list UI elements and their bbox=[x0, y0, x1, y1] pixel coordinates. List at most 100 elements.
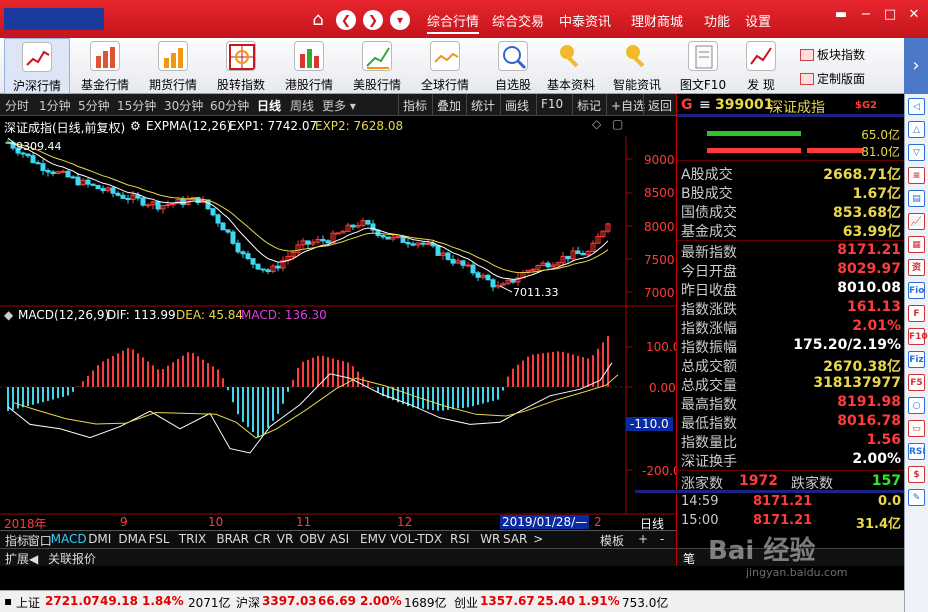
quote-row-value: 8191.98 bbox=[837, 394, 901, 410]
side-tool-icon[interactable]: ✎ bbox=[908, 489, 925, 506]
indicator-tab[interactable]: BRAR bbox=[214, 532, 251, 546]
template-control[interactable]: 模板 bbox=[598, 532, 626, 549]
menu-news[interactable]: 中泰资讯 bbox=[559, 11, 611, 30]
tool-neeq-index[interactable]: 股转指数 bbox=[208, 38, 274, 94]
side-tool-icon[interactable]: F10 bbox=[908, 328, 928, 345]
back-button[interactable]: ❮ bbox=[336, 10, 356, 30]
indicator-tab[interactable]: FSL bbox=[147, 532, 172, 546]
tab-f10[interactable]: F10 bbox=[536, 94, 567, 115]
tab-daily[interactable]: 日线 bbox=[257, 97, 281, 114]
side-tool-icon[interactable]: ○ bbox=[908, 397, 925, 414]
indicator-tab[interactable]: MACD bbox=[49, 532, 89, 546]
tab-more[interactable]: 更多 ▾ bbox=[322, 97, 356, 114]
tab-60min[interactable]: 60分钟 bbox=[210, 97, 249, 114]
candle-body bbox=[40, 163, 46, 171]
toolbar-scroll-right-icon[interactable]: › bbox=[904, 38, 928, 94]
macd-cursor-value: -110.0 bbox=[626, 417, 673, 431]
tool-us-market[interactable]: 美股行情 bbox=[344, 38, 410, 94]
side-tool-icon[interactable]: RSI bbox=[908, 443, 926, 460]
indicator-tab[interactable]: > bbox=[531, 532, 545, 546]
side-tool-icon[interactable]: Fio bbox=[908, 282, 925, 299]
tab-ticks[interactable]: 笔 bbox=[683, 550, 695, 567]
side-tool-icon[interactable]: ▽ bbox=[908, 144, 925, 161]
tool-shsz-market[interactable]: 沪深行情 bbox=[4, 38, 70, 94]
side-tool-icon[interactable]: 📈 bbox=[908, 213, 925, 230]
tool-watchlist[interactable]: 自选股 bbox=[480, 38, 546, 94]
tool-futures-market[interactable]: 期货行情 bbox=[140, 38, 206, 94]
menu-finance-mall[interactable]: 理财商城 bbox=[631, 11, 683, 30]
indicator-tab[interactable]: VOL-TDX bbox=[388, 532, 444, 546]
menu-trade[interactable]: 综合交易 bbox=[492, 11, 544, 30]
side-tool-icon[interactable]: △ bbox=[908, 121, 925, 138]
tool-global-market[interactable]: 全球行情 bbox=[412, 38, 478, 94]
tab-mark[interactable]: 标记 bbox=[572, 94, 605, 115]
indicator-tab[interactable]: TRIX bbox=[177, 532, 208, 546]
side-tool-icon[interactable]: ▦ bbox=[908, 236, 925, 253]
dropdown-button[interactable]: ▾ bbox=[390, 10, 410, 30]
quote-row-label: 指数量比 bbox=[681, 435, 737, 451]
home-icon[interactable]: ⌂ bbox=[307, 9, 329, 31]
tab-5min[interactable]: 5分钟 bbox=[78, 97, 110, 114]
quote-group-tag[interactable]: G bbox=[681, 97, 693, 113]
sub-tab-bar: 扩展◀ 关联报价 bbox=[0, 548, 676, 566]
tab-indicator[interactable]: 指标 bbox=[398, 94, 431, 115]
tool-fund-market[interactable]: 基金行情 bbox=[72, 38, 138, 94]
tab-drawline[interactable]: 画线 bbox=[500, 94, 533, 115]
indicator-tab[interactable]: RSI bbox=[448, 532, 472, 546]
indicator-tab[interactable]: DMI bbox=[86, 532, 113, 546]
tab-related-quote[interactable]: 关联报价 bbox=[46, 550, 98, 567]
indicator-tab[interactable]: WR bbox=[478, 532, 502, 546]
candle-body bbox=[475, 272, 481, 278]
tool-discover[interactable]: 发 现 bbox=[728, 38, 794, 94]
side-tool-icon[interactable]: ▤ bbox=[908, 190, 925, 207]
side-tool-icon[interactable]: $ bbox=[908, 466, 925, 483]
side-tool-icon[interactable]: F bbox=[908, 305, 925, 322]
tab-statistics[interactable]: 统计 bbox=[466, 94, 499, 115]
tool-basic-info[interactable]: 基本资料 bbox=[538, 38, 604, 94]
tab-overlay[interactable]: 叠加 bbox=[432, 94, 465, 115]
side-tool-icon[interactable]: ≡ bbox=[908, 167, 925, 184]
menu-icon[interactable]: ≡ bbox=[699, 97, 711, 113]
template-control[interactable]: - bbox=[658, 532, 666, 546]
indicator-tab[interactable]: OBV bbox=[298, 532, 328, 546]
menu-settings[interactable]: 设置 bbox=[745, 11, 771, 30]
close-icon[interactable]: ✕ bbox=[903, 6, 925, 24]
tab-expand[interactable]: 扩展◀ bbox=[3, 550, 40, 567]
maximize-icon[interactable]: □ bbox=[879, 6, 901, 24]
tool-smart-news[interactable]: 智能资讯 bbox=[604, 38, 670, 94]
candle-body bbox=[460, 260, 466, 266]
forward-button[interactable]: ❯ bbox=[363, 10, 383, 30]
side-tool-icon[interactable]: ◁ bbox=[908, 98, 925, 115]
indicator-tab[interactable]: SAR bbox=[501, 532, 529, 546]
kline-chart[interactable]: 深证成指(日线,前复权) ⚙ EXPMA(12,26) EXP1: 7742.0… bbox=[0, 116, 681, 532]
tab-15min[interactable]: 15分钟 bbox=[117, 97, 156, 114]
tool-hk-market[interactable]: 港股行情 bbox=[276, 38, 342, 94]
indicator-tab[interactable]: ASI bbox=[328, 532, 351, 546]
indicator-tab[interactable]: VR bbox=[275, 532, 296, 546]
tab-timeshare[interactable]: 分时 bbox=[5, 97, 29, 114]
tab-1min[interactable]: 1分钟 bbox=[39, 97, 71, 114]
indicator-tab[interactable]: DMA bbox=[116, 532, 148, 546]
template-control[interactable]: + bbox=[636, 532, 650, 546]
side-tool-icon[interactable]: ▭ bbox=[908, 420, 925, 437]
side-tool-icon[interactable]: Fiz bbox=[908, 351, 925, 368]
custom-layout-link[interactable]: 定制版面 bbox=[800, 70, 865, 87]
sector-index-link[interactable]: 板块指数 bbox=[800, 46, 865, 63]
quote-row: 最高指数 8191.98 bbox=[677, 394, 905, 413]
tab-back[interactable]: 返回 bbox=[643, 94, 676, 115]
close-icon[interactable]: ▢ bbox=[612, 117, 623, 131]
tool-f10[interactable]: 图文F10 bbox=[670, 38, 736, 94]
menu-market[interactable]: 综合行情 bbox=[427, 11, 480, 34]
side-tool-icon[interactable]: 资 bbox=[908, 259, 925, 276]
minimize-icon[interactable]: − bbox=[855, 6, 877, 24]
candle-body bbox=[145, 204, 151, 207]
tab-weekly[interactable]: 周线 bbox=[290, 97, 314, 114]
indicator-tab[interactable]: CR bbox=[252, 532, 273, 546]
menu-function[interactable]: 功能 bbox=[704, 11, 730, 30]
side-tool-icon[interactable]: F5 bbox=[908, 374, 925, 391]
diamond-icon[interactable]: ◇ bbox=[592, 117, 601, 131]
tab-30min[interactable]: 30分钟 bbox=[164, 97, 203, 114]
candle-body bbox=[575, 250, 581, 255]
menu-icon[interactable]: ▬ bbox=[830, 6, 852, 24]
indicator-tab[interactable]: EMV bbox=[358, 532, 388, 546]
